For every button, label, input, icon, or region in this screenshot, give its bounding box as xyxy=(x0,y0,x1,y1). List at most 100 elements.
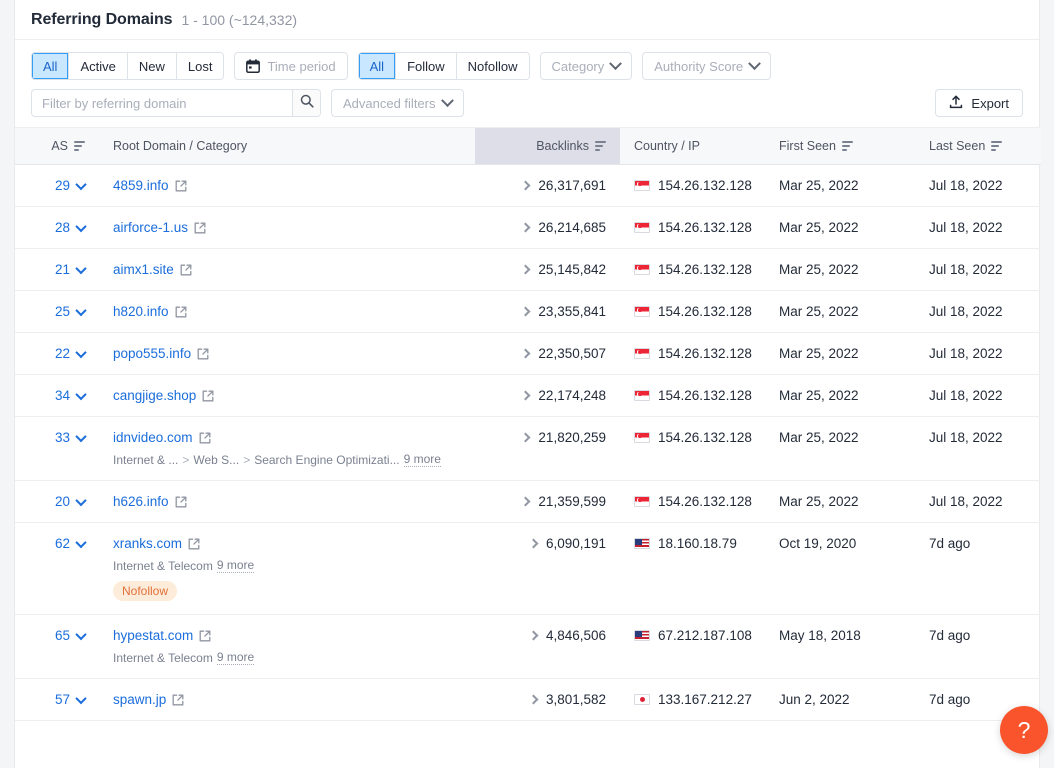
external-link-icon[interactable] xyxy=(175,306,187,318)
status-filter-all[interactable]: All xyxy=(32,53,70,79)
expand-row-caret-icon[interactable] xyxy=(75,220,87,232)
expand-row-caret-icon[interactable] xyxy=(75,262,87,274)
expand-row-caret-icon[interactable] xyxy=(75,178,87,190)
advanced-filters-dropdown[interactable]: Advanced filters xyxy=(331,89,464,117)
expand-row-caret-icon[interactable] xyxy=(75,430,87,442)
authority-score-value[interactable]: 21 xyxy=(55,262,70,277)
backlinks-expand-icon[interactable] xyxy=(520,348,531,359)
ip-address: 154.26.132.128 xyxy=(658,178,752,193)
country-flag-icon xyxy=(634,630,650,641)
authority-score-value[interactable]: 65 xyxy=(55,628,70,643)
search-field-wrapper xyxy=(31,89,321,117)
backlinks-expand-icon[interactable] xyxy=(520,390,531,401)
more-categories-link[interactable]: 9 more xyxy=(403,452,441,467)
expand-row-caret-icon[interactable] xyxy=(75,304,87,316)
category-item[interactable]: Internet & ... xyxy=(113,453,178,467)
backlinks-expand-icon[interactable] xyxy=(520,180,531,191)
external-link-icon[interactable] xyxy=(202,390,214,402)
external-link-icon[interactable] xyxy=(172,694,184,706)
page-root: Referring Domains 1 - 100 (~124,332) All… xyxy=(0,0,1054,768)
cell-root-domain: h820.info xyxy=(99,290,475,333)
column-header-last-seen[interactable]: Last Seen xyxy=(915,127,1041,165)
table-row: 33 idnvideo.com Internet & ... > Web S... > Se… xyxy=(15,416,1041,481)
more-categories-link[interactable]: 9 more xyxy=(216,558,255,573)
external-link-icon[interactable] xyxy=(175,496,187,508)
expand-row-caret-icon[interactable] xyxy=(75,346,87,358)
authority-score-value[interactable]: 29 xyxy=(55,178,70,193)
sort-icon[interactable] xyxy=(841,141,853,151)
time-period-button[interactable]: Time period xyxy=(234,52,348,80)
follow-filter-all[interactable]: All xyxy=(358,53,397,79)
authority-score-dropdown[interactable]: Authority Score xyxy=(642,52,772,80)
backlinks-expand-icon[interactable] xyxy=(528,694,539,705)
authority-score-value[interactable]: 34 xyxy=(55,388,70,403)
backlinks-expand-icon[interactable] xyxy=(520,496,531,507)
authority-score-value[interactable]: 33 xyxy=(55,430,70,445)
backlinks-expand-icon[interactable] xyxy=(528,630,539,641)
help-button[interactable]: ? xyxy=(1000,706,1048,754)
backlinks-expand-icon[interactable] xyxy=(520,264,531,275)
column-label-root-domain: Root Domain / Category xyxy=(113,139,248,153)
authority-score-value[interactable]: 28 xyxy=(55,220,70,235)
expand-row-caret-icon[interactable] xyxy=(75,692,87,704)
external-link-icon[interactable] xyxy=(180,264,192,276)
referring-domains-card: Referring Domains 1 - 100 (~124,332) All… xyxy=(14,0,1041,768)
expand-row-caret-icon[interactable] xyxy=(75,628,87,640)
domain-link[interactable]: h626.info xyxy=(113,494,169,509)
search-input[interactable] xyxy=(32,90,292,116)
backlinks-expand-icon[interactable] xyxy=(520,222,531,233)
authority-score-value[interactable]: 57 xyxy=(55,692,70,707)
follow-filter-nofollow[interactable]: Nofollow xyxy=(456,53,529,79)
category-item[interactable]: Internet & Telecom xyxy=(113,559,213,573)
authority-score-label: Authority Score xyxy=(654,58,744,74)
column-header-as[interactable]: AS xyxy=(15,127,99,165)
category-item[interactable]: Search Engine Optimizati... xyxy=(254,453,399,467)
authority-score-value[interactable]: 22 xyxy=(55,346,70,361)
ip-address: 18.160.18.79 xyxy=(658,536,737,551)
cell-first-seen: Mar 25, 2022 xyxy=(765,164,915,207)
column-header-root-domain: Root Domain / Category xyxy=(99,127,475,165)
expand-row-caret-icon[interactable] xyxy=(75,494,87,506)
authority-score-value[interactable]: 25 xyxy=(55,304,70,319)
domain-link[interactable]: hypestat.com xyxy=(113,628,193,643)
cell-first-seen: Mar 25, 2022 xyxy=(765,206,915,249)
category-item[interactable]: Web S... xyxy=(193,453,239,467)
domain-link[interactable]: 4859.info xyxy=(113,178,169,193)
external-link-icon[interactable] xyxy=(199,630,211,642)
external-link-icon[interactable] xyxy=(175,180,187,192)
external-link-icon[interactable] xyxy=(194,222,206,234)
sort-icon[interactable] xyxy=(991,141,1003,151)
domain-link[interactable]: xranks.com xyxy=(113,536,182,551)
expand-row-caret-icon[interactable] xyxy=(75,388,87,400)
domain-link[interactable]: cangjige.shop xyxy=(113,388,196,403)
backlinks-expand-icon[interactable] xyxy=(528,538,539,549)
backlinks-expand-icon[interactable] xyxy=(520,306,531,317)
status-filter-new[interactable]: New xyxy=(127,53,177,79)
external-link-icon[interactable] xyxy=(197,348,209,360)
search-submit-button[interactable] xyxy=(292,90,320,116)
export-button[interactable]: Export xyxy=(935,89,1023,117)
authority-score-value[interactable]: 20 xyxy=(55,494,70,509)
domain-link[interactable]: h820.info xyxy=(113,304,169,319)
domain-link[interactable]: popo555.info xyxy=(113,346,191,361)
backlinks-expand-icon[interactable] xyxy=(520,432,531,443)
more-categories-link[interactable]: 9 more xyxy=(216,650,255,665)
category-item[interactable]: Internet & Telecom xyxy=(113,651,213,665)
column-header-backlinks[interactable]: Backlinks xyxy=(475,127,620,165)
sort-icon[interactable] xyxy=(595,141,606,151)
status-filter-active[interactable]: Active xyxy=(69,53,128,79)
sort-icon[interactable] xyxy=(74,141,85,151)
cell-backlinks: 4,846,506 xyxy=(475,614,620,679)
column-header-first-seen[interactable]: First Seen xyxy=(765,127,915,165)
authority-score-value[interactable]: 62 xyxy=(55,536,70,551)
category-dropdown[interactable]: Category xyxy=(539,52,633,80)
expand-row-caret-icon[interactable] xyxy=(75,536,87,548)
external-link-icon[interactable] xyxy=(188,538,200,550)
status-filter-lost[interactable]: Lost xyxy=(176,53,224,79)
domain-link[interactable]: airforce-1.us xyxy=(113,220,188,235)
domain-link[interactable]: aimx1.site xyxy=(113,262,174,277)
domain-link[interactable]: idnvideo.com xyxy=(113,430,193,445)
follow-filter-follow[interactable]: Follow xyxy=(396,53,457,79)
external-link-icon[interactable] xyxy=(199,432,211,444)
domain-link[interactable]: spawn.jp xyxy=(113,692,166,707)
